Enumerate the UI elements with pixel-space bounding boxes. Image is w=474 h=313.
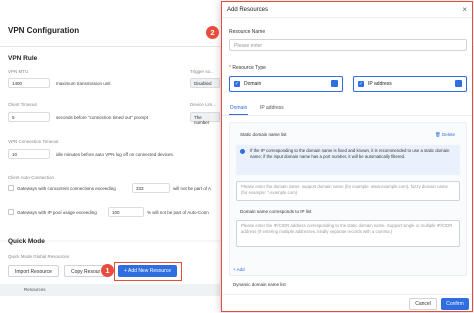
- quick-mode-card: Quick Mode Quick Mode Global Resources I…: [0, 238, 220, 313]
- domain-type-icon: [331, 80, 338, 87]
- checkbox-checked-icon[interactable]: ✓: [234, 81, 240, 87]
- info-banner: If the IP corresponding to the domain na…: [236, 145, 460, 175]
- gw-concurrent-checkbox[interactable]: [8, 185, 14, 191]
- step-marker-1: 1: [101, 264, 114, 277]
- gw-concurrent-note: will not be part of A: [173, 186, 212, 191]
- dynamic-domain-label: Dynamic domain name list: [233, 282, 286, 287]
- page-title: VPN Configuration: [8, 26, 80, 35]
- vpn-mtu-input[interactable]: 1400: [8, 78, 50, 88]
- tab-divider: [222, 115, 472, 116]
- gw-pool-checkbox[interactable]: [8, 209, 14, 215]
- gw-concurrent-input[interactable]: 333: [132, 183, 170, 193]
- resources-table-header: Resources: [0, 284, 220, 296]
- trigger-label: Trigger so...: [190, 69, 214, 74]
- client-auto-label: Client Auto-Connection: [8, 175, 55, 180]
- add-resources-drawer: Add Resources × Resource Name Please ent…: [221, 1, 473, 312]
- client-timeout-label: Client Timeout: [8, 102, 37, 107]
- gw-pool-input[interactable]: 100: [108, 207, 144, 217]
- add-link[interactable]: + Add: [233, 267, 245, 272]
- confirm-button[interactable]: Confirm: [441, 298, 469, 310]
- ip-textarea[interactable]: Please enter the IP/CIDR address corresp…: [236, 220, 460, 247]
- vpn-conn-timeout-label: VPN Connection Timeout: [8, 139, 59, 144]
- device-input[interactable]: The number: [190, 112, 220, 125]
- vpn-conn-timeout-input[interactable]: 10: [8, 149, 50, 159]
- vpn-conn-timeout-note: idle minutes before auto VPN log off on …: [56, 152, 174, 157]
- vpn-rule-card: VPN Rule VPN MTU 1400 maximum transmissi…: [0, 47, 220, 240]
- drawer-footer: Cancel Confirm: [222, 294, 472, 311]
- resource-type-label: * Resource Type: [229, 65, 266, 71]
- drawer-header: Add Resources ×: [222, 2, 472, 18]
- info-text: If the IP corresponding to the domain na…: [250, 148, 450, 159]
- type-domain-label: Domain: [244, 81, 262, 87]
- checkbox-checked-icon[interactable]: ✓: [358, 81, 364, 87]
- gw-pool-label: Gateways with IP pool usage exceeding: [17, 210, 97, 215]
- domain-textarea[interactable]: Please enter the domain name, support do…: [236, 181, 460, 201]
- tab-domain[interactable]: Domain: [230, 105, 247, 111]
- static-domain-label: Static domain name list: [240, 132, 287, 137]
- resource-name-input[interactable]: Please enter: [229, 39, 467, 51]
- quick-mode-sub: Quick Mode Global Resources: [8, 254, 70, 259]
- info-icon: [240, 149, 245, 154]
- vpn-rule-title: VPN Rule: [8, 55, 38, 62]
- cancel-button[interactable]: Cancel: [409, 298, 437, 310]
- gw-concurrent-label: Gateways with concurrent connections exc…: [17, 186, 116, 191]
- close-icon[interactable]: ×: [462, 5, 467, 14]
- drawer-title: Add Resources: [227, 7, 269, 13]
- client-timeout-input[interactable]: 5: [8, 112, 50, 122]
- quick-mode-title: Quick Mode: [8, 238, 45, 245]
- step-marker-2: 2: [206, 26, 219, 39]
- ip-list-label: Domain name corresponds to IP list: [240, 209, 312, 214]
- resource-name-label: Resource Name: [229, 29, 266, 35]
- trigger-select[interactable]: Disabled: [190, 78, 220, 88]
- delete-link[interactable]: 🗑 Delete: [435, 132, 455, 138]
- client-timeout-note: seconds before "connection timed out" pr…: [56, 115, 148, 120]
- tab-ip-address[interactable]: IP address: [260, 105, 284, 111]
- vpn-mtu-label: VPN MTU: [8, 69, 29, 74]
- type-domain-option[interactable]: ✓ Domain: [229, 76, 343, 92]
- type-ip-label: IP address: [368, 81, 392, 87]
- type-ip-option[interactable]: ✓ IP address: [353, 76, 467, 92]
- highlight-add-button: [114, 262, 182, 281]
- ip-type-icon: [455, 80, 462, 87]
- gw-pool-note: % will not be part of Auto-Conn: [147, 210, 209, 215]
- vpn-mtu-note: maximum transmission unit: [56, 81, 111, 86]
- import-resource-button[interactable]: Import Resource: [8, 265, 59, 277]
- device-label: Device Lim...: [190, 102, 217, 107]
